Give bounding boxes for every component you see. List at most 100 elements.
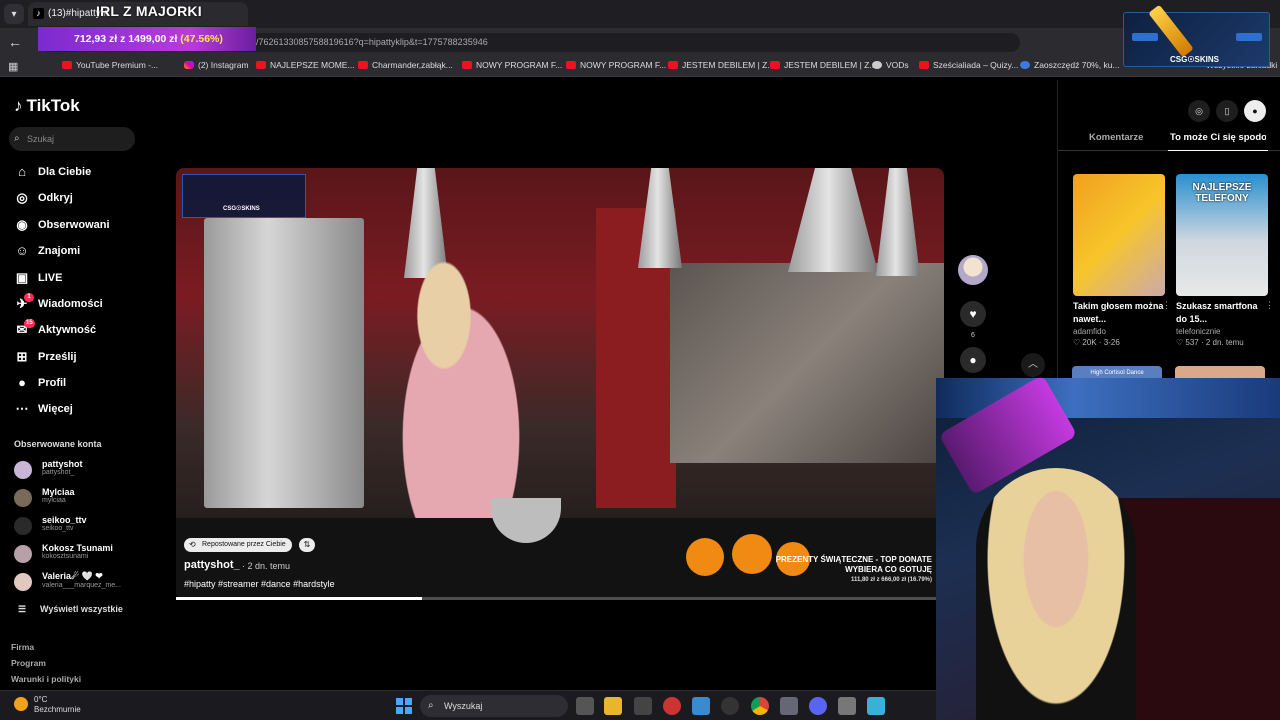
bookmark-item[interactable]: Sześcialiada – Quizy... — [919, 60, 1018, 70]
sidebar-item-label: Wiadomości — [38, 298, 103, 310]
app-red-icon[interactable] — [663, 697, 681, 715]
video-time: · 2 dn. temu — [242, 561, 291, 571]
task-view-icon[interactable] — [576, 697, 594, 715]
sidebar-item-label: LIVE — [38, 272, 63, 284]
video-progress-fill — [176, 597, 422, 600]
account-name: seikoo_ttv — [42, 515, 87, 525]
tab-recommended[interactable]: To może Ci się spodobać — [1170, 132, 1266, 143]
footer-link-terms[interactable]: Warunki i polityki — [11, 674, 81, 684]
overlay-subtitle: WYBIERA CO GOTUJĘ — [845, 565, 932, 574]
footer-link-program[interactable]: Program — [11, 658, 46, 668]
photos-icon[interactable] — [692, 697, 710, 715]
sidebar-item-label: Obserwowani — [38, 219, 110, 231]
back-arrow-icon[interactable]: ← — [8, 34, 22, 50]
phone-icon[interactable]: ▯ — [1216, 100, 1238, 122]
video-scene-lamp — [876, 168, 920, 276]
apps-grid-icon[interactable]: ▦ — [8, 60, 18, 73]
sidebar-item-label: Aktywność — [38, 324, 97, 336]
bookmark-item[interactable]: NOWY PROGRAM F... — [462, 60, 562, 70]
sidebar-item-messages[interactable]: ✈ 1 Wiadomości — [14, 293, 103, 312]
bookmark-item[interactable]: Charmander,zabłąk... — [358, 60, 453, 70]
profile-avatar-icon[interactable]: ● — [1244, 100, 1266, 122]
followed-account[interactable]: Kokosz Tsunami kokosztsunami — [14, 543, 113, 567]
card-likes: 20K — [1082, 338, 1097, 347]
notification-badge: 1 — [24, 293, 34, 302]
discord-icon[interactable] — [809, 697, 827, 715]
scroll-up-chevron-icon[interactable]: ︿ — [1021, 353, 1045, 377]
avatar — [14, 461, 32, 479]
tiktok-logo[interactable]: ♪ TikTok — [14, 96, 80, 116]
bookmark-label: VODs — [886, 60, 909, 70]
windows-start-icon[interactable] — [396, 698, 412, 714]
sidebar-item-activity[interactable]: ✉ 15 Aktywność — [14, 319, 97, 338]
followed-account[interactable]: pattyshot pattyshot_ — [14, 459, 83, 483]
card-date: 2 dn. temu — [1205, 338, 1244, 347]
tab-comments[interactable]: Komentarze — [1089, 132, 1143, 143]
bookmark-item[interactable]: JESTEM DEBILEM | Z... — [770, 60, 876, 70]
repost-icon: ⟲ — [189, 540, 196, 549]
tab-underline — [1058, 150, 1280, 151]
comment-icon[interactable]: ● — [960, 347, 986, 373]
tab-search-dropdown[interactable]: ▾ — [4, 4, 24, 24]
video-csg-skins-overlay: CSG☉SKINS — [182, 174, 306, 218]
webcam-person — [976, 468, 1136, 720]
bookmark-item[interactable]: YouTube Premium -... — [62, 60, 158, 70]
footer-link-company[interactable]: Firma — [11, 642, 34, 652]
bookmark-item[interactable]: Zaoszczędź 70%, ku... — [1020, 60, 1120, 70]
gun-skin-icon — [1132, 33, 1158, 41]
settings-gear-icon[interactable] — [780, 697, 798, 715]
webcam-chair — [1116, 498, 1280, 720]
search-icon: ⌕ — [14, 133, 20, 144]
store-icon[interactable] — [634, 697, 652, 715]
windows-taskbar: 0°C Bezchmurnie ⌕ Wyszukaj — [0, 690, 936, 720]
file-explorer-icon[interactable] — [604, 697, 622, 715]
followed-account[interactable]: Valeria☄ 🤍 ❤ valeria___marquez_me... — [14, 571, 121, 595]
like-heart-icon[interactable]: ♥ — [960, 301, 986, 327]
sidebar-item-following[interactable]: ◉ Obserwowani — [14, 217, 110, 233]
weather-widget[interactable]: 0°C Bezchmurnie — [14, 695, 81, 715]
account-handle: seikoo_ttv — [42, 525, 74, 532]
chrome-icon[interactable] — [751, 697, 769, 715]
compass-icon[interactable]: ◎ — [1188, 100, 1210, 122]
card-author[interactable]: telefonicznie — [1176, 327, 1268, 336]
sidebar-item-label: Odkryj — [38, 192, 73, 204]
followed-account[interactable]: seikoo_ttv seikoo_ttv — [14, 515, 87, 539]
bookmark-item[interactable]: JESTEM DEBILEM | Z... — [668, 60, 774, 70]
card-author[interactable]: adamfido — [1073, 327, 1165, 336]
see-all-button[interactable]: ☰ Wyświetl wszystkie — [18, 604, 123, 614]
sidebar-item-upload[interactable]: ⊞ Prześlij — [14, 349, 77, 365]
video-author[interactable]: pattyshot_ — [184, 559, 240, 571]
bookmark-item[interactable]: VODs — [872, 60, 909, 70]
app-blue-icon[interactable] — [867, 697, 885, 715]
sidebar-item-home[interactable]: ⌂ Dla Ciebie — [14, 164, 91, 180]
video-hashtags[interactable]: #hipatty #streamer #dance #hardstyle — [184, 579, 335, 589]
repost-badge[interactable]: ⟲ Repostowane przez Ciebie — [184, 538, 292, 552]
recommended-card[interactable]: NAJLEPSZE TELEFONY Szukasz smartfona do … — [1176, 174, 1274, 347]
sidebar-item-compass[interactable]: ◎ Odkryj — [14, 190, 73, 206]
bookmark-item[interactable]: NAJLEPSZE MOME... — [256, 60, 355, 70]
repost-toggle-icon[interactable]: ⇅ — [299, 538, 315, 552]
app-clock-icon[interactable] — [721, 697, 739, 715]
card-more-icon[interactable]: ⋮ — [1265, 300, 1274, 311]
taskbar-search[interactable]: ⌕ Wyszukaj — [420, 695, 568, 717]
sidebar-item-profile[interactable]: ● Profil — [14, 375, 66, 391]
youtube-icon — [256, 61, 266, 69]
creator-avatar[interactable] — [958, 255, 988, 285]
bookmark-item[interactable]: (2) Instagram — [184, 60, 249, 70]
followed-account[interactable]: Mylciaa mylciaa — [14, 487, 75, 511]
recommended-card[interactable]: Takim głosem można nawet... adamfido ♡ 2… — [1073, 174, 1171, 347]
video-player[interactable]: CSG☉SKINS ⟲ Repostowane przez Ciebie ⇅ p… — [176, 168, 944, 600]
video-progress-bar[interactable] — [176, 597, 944, 600]
sidebar-item-friends[interactable]: ☺ Znajomi — [14, 243, 80, 259]
stream-title-overlay: IRL Z MAJORKI — [96, 3, 202, 19]
search-icon: ⌕ — [428, 700, 434, 711]
search-placeholder: Szukaj — [27, 134, 55, 144]
search-input[interactable]: ⌕ Szukaj — [9, 127, 135, 151]
sidebar-item-live[interactable]: ▣ LIVE — [14, 270, 63, 286]
card-more-icon[interactable]: ⋮ — [1162, 300, 1171, 311]
overlay-title: PREZENTY ŚWIĄTECZNE - TOP DONATE — [775, 555, 932, 564]
sidebar-item-more[interactable]: ⋯ Więcej — [14, 401, 73, 417]
bookmark-label: Charmander,zabłąk... — [372, 60, 453, 70]
app-grey-icon[interactable] — [838, 697, 856, 715]
bookmark-item[interactable]: NOWY PROGRAM F... — [566, 60, 666, 70]
